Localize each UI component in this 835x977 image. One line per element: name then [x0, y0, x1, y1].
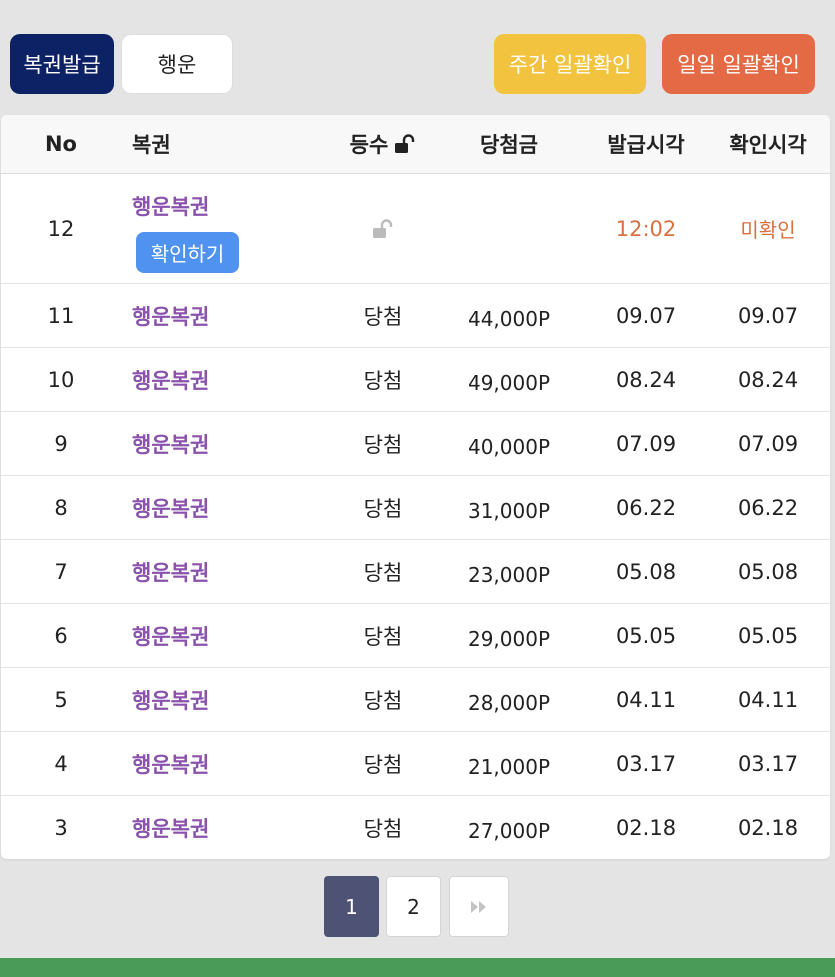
ticket-name[interactable]: 행운복권 [132, 604, 332, 667]
ticket-name[interactable]: 행운복권 [132, 668, 332, 731]
rank-result: 당첨 [363, 752, 403, 777]
confirm-ticket-button[interactable]: 확인하기 [136, 232, 239, 273]
prize-amount: 23,000P [467, 562, 551, 587]
row-no: 11 [47, 303, 75, 328]
table-row: 7 행운복권 당첨 23,000P 05.08 05.08 [1, 540, 830, 604]
prize-amount: 31,000P [467, 498, 551, 523]
issued-time: 12:02 [615, 216, 677, 241]
table-header: No 복권 등수 당첨금 발급시각 확인시각 [1, 115, 830, 174]
row-no: 12 [47, 216, 75, 241]
ticket-name[interactable]: 행운복권 [132, 732, 332, 795]
rank-result: 당첨 [363, 624, 403, 649]
table-row-pending: 12 행운복권 확인하기 12:02 미확인 [1, 174, 830, 284]
issued-time: 02.18 [615, 815, 677, 840]
table-row: 6 행운복권 당첨 29,000P 05.05 05.05 [1, 604, 830, 668]
weekly-batch-check-button[interactable]: 주간 일괄확인 [494, 34, 646, 94]
luck-button[interactable]: 행운 [121, 34, 233, 94]
rank-result: 당첨 [363, 816, 403, 841]
ticket-name[interactable]: 행운복권 [132, 540, 332, 603]
issued-time: 03.17 [615, 751, 677, 776]
rank-result: 당첨 [363, 432, 403, 457]
issued-time: 07.09 [615, 431, 677, 456]
ticket-name[interactable]: 행운복권 [132, 348, 332, 411]
prize-amount: 40,000P [467, 434, 551, 459]
ticket-name[interactable]: 행운복권 [132, 412, 332, 475]
checked-time: 04.11 [737, 687, 799, 712]
table-row: 11 행운복권 당첨 44,000P 09.07 09.07 [1, 284, 830, 348]
header-rank-label: 등수 [349, 133, 389, 157]
prize-amount: 28,000P [467, 690, 551, 715]
header-rank: 등수 [323, 115, 443, 173]
checked-time: 06.22 [737, 495, 799, 520]
table-row: 9 행운복권 당첨 40,000P 07.09 07.09 [1, 412, 830, 476]
rank-locked [323, 174, 443, 283]
row-no: 5 [54, 687, 68, 712]
next-pages-button[interactable] [449, 876, 509, 937]
header-ticket: 복권 [132, 133, 171, 157]
double-chevron-right-icon [470, 895, 488, 919]
pagination: 1 2 [0, 876, 835, 938]
issued-time: 09.07 [615, 303, 677, 328]
checked-time: 08.24 [737, 367, 799, 392]
unlock-icon[interactable] [394, 134, 416, 154]
unlock-icon [372, 218, 394, 239]
header-checked: 확인시각 [729, 133, 807, 157]
row-no: 7 [54, 559, 68, 584]
row-no: 3 [54, 815, 68, 840]
checked-time: 03.17 [737, 751, 799, 776]
table-row: 4 행운복권 당첨 21,000P 03.17 03.17 [1, 732, 830, 796]
lottery-table: No 복권 등수 당첨금 발급시각 확인시각 12 행운복권 확인하기 12:0… [1, 115, 830, 859]
ticket-name[interactable]: 행운복권 [132, 796, 332, 859]
checked-time: 05.05 [737, 623, 799, 648]
rank-result: 당첨 [363, 560, 403, 585]
rank-result: 당첨 [363, 368, 403, 393]
issued-time: 06.22 [615, 495, 677, 520]
checked-time: 02.18 [737, 815, 799, 840]
header-prize: 당첨금 [480, 133, 538, 157]
table-row: 5 행운복권 당첨 28,000P 04.11 04.11 [1, 668, 830, 732]
ticket-name[interactable]: 행운복권 [132, 476, 332, 539]
rank-result: 당첨 [363, 496, 403, 521]
checked-time: 05.08 [737, 559, 799, 584]
row-no: 6 [54, 623, 68, 648]
row-no: 4 [54, 751, 68, 776]
row-no: 9 [54, 431, 68, 456]
row-no: 10 [47, 367, 75, 392]
ticket-name[interactable]: 행운복권 [132, 190, 209, 222]
check-status: 미확인 [740, 218, 796, 242]
prize-amount: 29,000P [467, 626, 551, 651]
checked-time: 07.09 [737, 431, 799, 456]
page-button-2[interactable]: 2 [386, 876, 441, 937]
header-no: No [44, 132, 77, 156]
table-row: 10 행운복권 당첨 49,000P 08.24 08.24 [1, 348, 830, 412]
prize-amount: 27,000P [467, 818, 551, 843]
rank-result: 당첨 [363, 304, 403, 329]
rank-result: 당첨 [363, 688, 403, 713]
table-row: 3 행운복권 당첨 27,000P 02.18 02.18 [1, 796, 830, 859]
toolbar: 복권발급 행운 주간 일괄확인 일일 일괄확인 [0, 0, 835, 115]
daily-batch-check-button[interactable]: 일일 일괄확인 [662, 34, 815, 94]
issued-time: 05.05 [615, 623, 677, 648]
header-issued: 발급시각 [607, 133, 685, 157]
row-no: 8 [54, 495, 68, 520]
ticket-name[interactable]: 행운복권 [132, 284, 332, 347]
issued-time: 08.24 [615, 367, 677, 392]
prize-amount: 44,000P [467, 306, 551, 331]
issued-time: 04.11 [615, 687, 677, 712]
issue-ticket-button[interactable]: 복권발급 [10, 34, 114, 94]
table-row: 8 행운복권 당첨 31,000P 06.22 06.22 [1, 476, 830, 540]
checked-time: 09.07 [737, 303, 799, 328]
page-button-1[interactable]: 1 [324, 876, 379, 937]
issued-time: 05.08 [615, 559, 677, 584]
prize-amount: 49,000P [467, 370, 551, 395]
prize-amount: 21,000P [467, 754, 551, 779]
bottom-bar [0, 958, 835, 977]
